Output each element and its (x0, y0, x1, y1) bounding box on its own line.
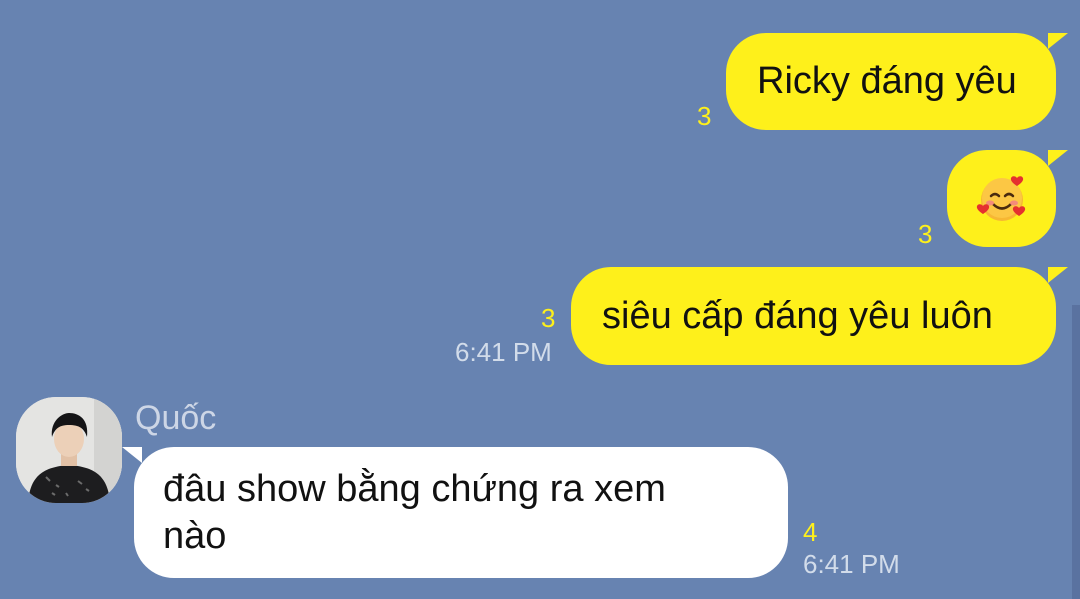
message-text: Ricky đáng yêu (757, 60, 1017, 102)
my-message-bubble[interactable]: siêu cấp đáng yêu luôn (571, 267, 1068, 365)
message-timestamp: 6:41 PM (803, 549, 900, 579)
smiling-face-with-hearts-icon (976, 175, 1025, 221)
profile-photo (16, 397, 122, 503)
message-timestamp: 6:41 PM (455, 337, 552, 367)
their-message-bubble[interactable]: đâu show bằng chứng ra xem nào (122, 447, 788, 578)
my-message-bubble[interactable] (947, 150, 1068, 247)
message-text: siêu cấp đáng yêu luôn (602, 294, 993, 337)
unread-count: 3 (541, 303, 556, 333)
message-text-line-1: đâu show bằng chứng ra xem (163, 467, 666, 510)
unread-count: 3 (918, 219, 933, 249)
sender-name: Quốc (135, 399, 217, 437)
avatar[interactable] (16, 397, 122, 503)
scrollbar[interactable] (1072, 305, 1080, 599)
unread-count: 3 (697, 101, 712, 131)
unread-count: 4 (803, 517, 818, 547)
chat-message-list[interactable]: Ricky đáng yêu 3 3 siêu cấp đáng yêu luô… (0, 0, 1080, 599)
message-text-line-2: nào (163, 514, 227, 557)
my-message-bubble[interactable]: Ricky đáng yêu (726, 33, 1068, 130)
